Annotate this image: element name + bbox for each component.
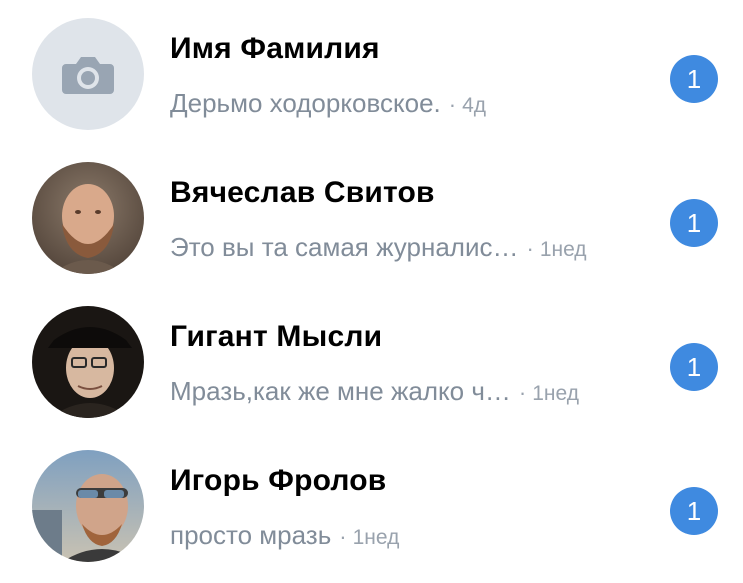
camera-placeholder-icon: [32, 18, 144, 130]
avatar[interactable]: [32, 162, 144, 274]
dialog-meta: Это вы та самая журналис… · 1нед: [170, 232, 587, 267]
unread-badge: 1: [670, 55, 718, 103]
avatar[interactable]: [32, 450, 144, 562]
dialog-row[interactable]: Вячеслав Свитов Это вы та самая журналис…: [0, 146, 743, 290]
message-preview: просто мразь: [170, 520, 332, 550]
message-preview: Это вы та самая журналис…: [170, 232, 519, 262]
message-time: 1нед: [352, 526, 400, 549]
separator-dot: ·: [526, 236, 534, 261]
user-photo: [32, 306, 144, 418]
avatar[interactable]: [32, 18, 144, 130]
dialog-row[interactable]: Имя Фамилия Дерьмо ходорковское. · 4д 1: [0, 2, 743, 146]
dialog-name: Гигант Мысли: [170, 320, 383, 353]
separator-dot: ·: [339, 524, 347, 549]
dialog-meta: Дерьмо ходорковское. · 4д: [170, 88, 486, 123]
avatar[interactable]: [32, 306, 144, 418]
separator-dot: ·: [448, 92, 457, 117]
dialog-name: Вячеслав Свитов: [170, 176, 435, 209]
separator-dot: ·: [518, 380, 527, 405]
user-photo: [32, 450, 144, 562]
dialog-name: Игорь Фролов: [170, 464, 387, 497]
dialog-row[interactable]: Игорь Фролов просто мразь · 1нед 1: [0, 434, 743, 578]
message-preview: Дерьмо ходорковское.: [170, 88, 441, 118]
message-time: 1нед: [532, 382, 579, 405]
dialog-meta: просто мразь · 1нед: [170, 520, 399, 555]
dialog-row[interactable]: Гигант Мысли Мразь,как же мне жалко ч… · 1…: [0, 290, 743, 434]
dialog-list: Имя Фамилия Дерьмо ходорковское.·4д 1: [0, 0, 743, 583]
unread-badge: 1: [670, 343, 718, 391]
message-time: 1нед: [539, 238, 587, 261]
message-preview: Мразь,как же мне жалко ч…: [170, 376, 511, 406]
user-photo: [32, 162, 144, 274]
unread-badge: 1: [670, 487, 718, 535]
message-time: 4д: [462, 94, 487, 117]
dialog-meta: Мразь,как же мне жалко ч… · 1нед: [170, 376, 579, 411]
unread-badge: 1: [670, 199, 718, 247]
dialog-name: Имя Фамилия: [170, 32, 380, 65]
